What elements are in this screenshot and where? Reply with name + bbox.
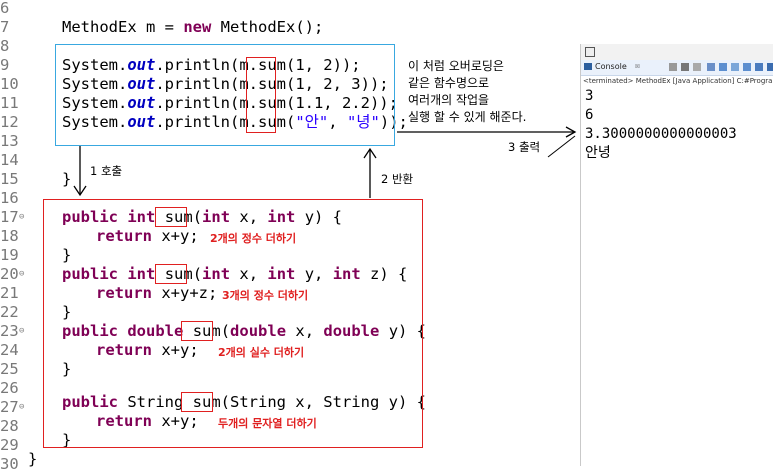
display-console-icon[interactable]	[743, 63, 751, 71]
terminate-icon[interactable]	[669, 63, 677, 71]
output-label: 3 출력	[508, 140, 541, 154]
console-tab-label: Console	[595, 62, 627, 71]
console-output-line-4: 안녕	[585, 145, 611, 161]
pin-console-icon[interactable]	[731, 63, 739, 71]
word-wrap-icon[interactable]	[719, 63, 727, 71]
code-editor[interactable]: 6 7 8 9 10 11 12 13 14 15 16 17 ⊖ 18 19 20 ⊖ 21 22 23 ⊖ 24 25 2…	[0, 0, 580, 473]
remove-launch-icon[interactable]	[681, 63, 689, 71]
open-console-icon[interactable]	[755, 63, 763, 71]
annotation-arrows	[73, 126, 577, 198]
console-output-line-3: 3.3000000000000003	[585, 126, 737, 142]
console-icon	[584, 63, 592, 70]
call-label: 1 호출	[90, 164, 123, 178]
remove-all-icon[interactable]	[693, 63, 701, 71]
menu-icon[interactable]	[767, 63, 773, 71]
console-output-line-2: 6	[585, 107, 594, 123]
console-output-line-1: 3	[585, 88, 594, 104]
scroll-lock-icon[interactable]	[707, 63, 715, 71]
window-icon	[585, 47, 595, 57]
console-panel: Console ☒ <terminated> MethodEx [Java Ap…	[580, 44, 773, 466]
output-label-pointer	[547, 135, 576, 158]
console-titlebar	[581, 44, 773, 61]
return-label: 2 반환	[381, 172, 414, 186]
close-tab-icon[interactable]: ☒	[635, 61, 640, 70]
console-status: <terminated> MethodEx [Java Application]…	[583, 77, 773, 85]
console-tab[interactable]: Console ☒	[581, 60, 773, 76]
